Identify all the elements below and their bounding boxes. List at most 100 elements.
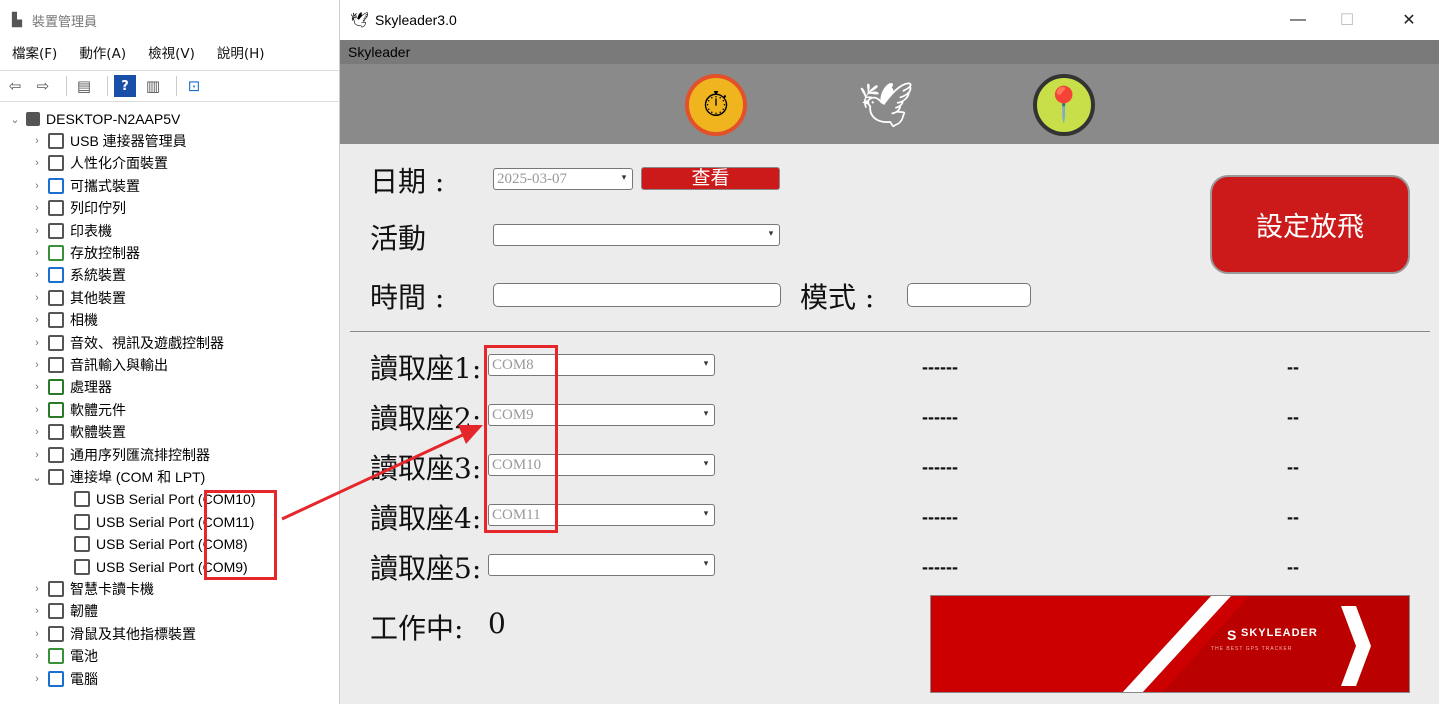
toolbar-divider	[176, 76, 177, 96]
reader-port-select[interactable]: ▾	[488, 554, 715, 576]
reader-status: ------	[922, 357, 958, 377]
dropdown-arrow-icon[interactable]: ▾	[618, 171, 630, 187]
dropdown-arrow-icon[interactable]: ▾	[700, 407, 712, 423]
tree-category-item[interactable]: › 音訊輸入與輸出	[28, 354, 168, 376]
menu-action[interactable]: 動作(A)	[67, 42, 136, 66]
hid-icon	[48, 155, 64, 172]
tree-category-item[interactable]: › 其他裝置	[28, 287, 126, 309]
tree-item-label: 滑鼠及其他指標裝置	[70, 625, 196, 642]
stopwatch-gear-icon[interactable]: ⏱	[685, 74, 747, 136]
usb-connector-icon	[48, 133, 64, 149]
tree-category-item[interactable]: › 印表機	[28, 220, 112, 242]
expand-chevron-icon[interactable]: ›	[28, 337, 46, 349]
tree-item-label: 相機	[70, 312, 98, 329]
tree-category-item[interactable]: › 智慧卡讀卡機	[28, 578, 154, 600]
set-release-button[interactable]: 設定放飛	[1210, 175, 1410, 274]
banner-brand-icon: S	[1227, 627, 1236, 643]
expand-chevron-icon[interactable]: ›	[28, 359, 46, 371]
tree-category-item[interactable]: › 電腦	[28, 668, 98, 690]
expand-chevron-icon[interactable]: ›	[28, 135, 46, 147]
mouse-icon	[48, 625, 64, 642]
expand-chevron-icon[interactable]: ›	[28, 650, 46, 662]
tree-category-item[interactable]: › 可攜式裝置	[28, 175, 140, 197]
expand-chevron-icon[interactable]: ›	[28, 673, 46, 685]
skyleader-banner: S SKYLEADER THE BEST GPS TRACKER	[930, 595, 1410, 693]
expand-chevron-icon[interactable]: ›	[28, 628, 46, 640]
expand-chevron-icon[interactable]: ›	[28, 180, 46, 192]
forward-arrow-icon[interactable]: ⇨	[32, 75, 54, 97]
tree-category-item[interactable]: › 軟體元件	[28, 399, 126, 421]
expand-chevron-icon[interactable]: ›	[28, 247, 46, 259]
date-picker[interactable]: 2025-03-07 ▾	[493, 168, 633, 190]
dropdown-arrow-icon[interactable]: ▾	[700, 557, 712, 573]
menu-file[interactable]: 檔案(F)	[0, 42, 67, 66]
pigeon-icon[interactable]: 🕊	[855, 74, 917, 136]
expand-chevron-icon[interactable]: ›	[28, 225, 46, 237]
expand-chevron-icon[interactable]: ›	[28, 157, 46, 169]
tree-item-label: 軟體元件	[70, 401, 126, 418]
tree-category-item[interactable]: › 存放控制器	[28, 242, 140, 264]
tree-category-item[interactable]: ⌄ 連接埠 (COM 和 LPT)	[28, 466, 205, 488]
help-icon[interactable]: ?	[114, 75, 136, 97]
expand-chevron-icon[interactable]: ›	[28, 381, 46, 393]
tree-category-item[interactable]: › 通用序列匯流排控制器	[28, 444, 210, 466]
expand-chevron-icon[interactable]: ›	[28, 605, 46, 617]
tree-category-item[interactable]: › 滑鼠及其他指標裝置	[28, 623, 196, 645]
tree-category-item[interactable]: › 處理器	[28, 376, 112, 398]
expand-chevron-icon[interactable]: ›	[28, 404, 46, 416]
com-ports-highlight	[204, 490, 277, 580]
minimize-button[interactable]: —	[1275, 0, 1321, 40]
tree-category-item[interactable]: › 音效、視訊及遊戲控制器	[28, 332, 224, 354]
tree-root[interactable]: ⌄ DESKTOP-N2AAP5V	[6, 108, 180, 130]
reader-label: 讀取座1:	[370, 352, 482, 385]
working-label: 工作中:	[370, 612, 464, 645]
tree-category-item[interactable]: › USB 連接器管理員	[28, 130, 187, 152]
expand-chevron-icon[interactable]: ›	[28, 583, 46, 595]
tree-category-item[interactable]: › 系統裝置	[28, 264, 126, 286]
expand-chevron-icon[interactable]: ›	[28, 426, 46, 438]
dropdown-arrow-icon[interactable]: ▾	[700, 507, 712, 523]
back-arrow-icon[interactable]: ⇦	[4, 75, 26, 97]
view-button[interactable]: 查看	[641, 167, 780, 190]
maximize-button[interactable]: ☐	[1324, 0, 1370, 40]
tree-item-label: 電腦	[70, 670, 98, 687]
dropdown-arrow-icon[interactable]: ▾	[700, 457, 712, 473]
expand-chevron-icon[interactable]: ›	[28, 202, 46, 214]
dropdown-arrow-icon[interactable]: ▾	[765, 227, 777, 243]
tree-category-item[interactable]: › 韌體	[28, 600, 98, 622]
scan-hardware-icon[interactable]: ⊡	[183, 75, 205, 97]
tree-category-item[interactable]: › 軟體裝置	[28, 421, 126, 443]
collapse-chevron-icon[interactable]: ⌄	[28, 471, 46, 484]
section-divider	[350, 331, 1430, 332]
time-input[interactable]	[493, 283, 781, 307]
dropdown-arrow-icon[interactable]: ▾	[700, 357, 712, 373]
activity-label: 活動	[370, 222, 427, 255]
smart-card-icon	[48, 581, 64, 597]
map-search-icon[interactable]: 📍	[1033, 74, 1095, 136]
menu-view[interactable]: 檢視(V)	[136, 42, 205, 66]
usb-controller-icon	[48, 446, 64, 463]
serial-port-icon	[74, 536, 90, 553]
close-button[interactable]: ✕	[1386, 0, 1432, 40]
expand-chevron-icon[interactable]: ›	[28, 269, 46, 281]
mode-input[interactable]	[907, 283, 1031, 307]
collapse-chevron-icon[interactable]: ⌄	[6, 113, 24, 126]
properties-icon[interactable]: ▤	[73, 75, 95, 97]
computer-root-icon	[26, 112, 40, 126]
update-view-icon[interactable]: ▥	[142, 75, 164, 97]
expand-chevron-icon[interactable]: ›	[28, 292, 46, 304]
tree-category-item[interactable]: › 相機	[28, 309, 98, 331]
expand-chevron-icon[interactable]: ›	[28, 314, 46, 326]
expand-chevron-icon[interactable]: ›	[28, 449, 46, 461]
reader-status: ------	[922, 407, 958, 427]
tree-item-label: USB 連接器管理員	[70, 133, 187, 149]
tree-category-item[interactable]: › 列印佇列	[28, 197, 126, 219]
time-label: 時間 :	[370, 281, 445, 314]
pigeon-logo-icon: 🕊	[350, 12, 370, 29]
activity-select[interactable]: ▾	[493, 224, 780, 246]
menu-help[interactable]: 說明(H)	[205, 42, 275, 66]
storage-controller-icon	[48, 245, 64, 261]
tree-item-label: 連接埠 (COM 和 LPT)	[70, 469, 206, 485]
tree-category-item[interactable]: › 電池	[28, 645, 98, 667]
tree-category-item[interactable]: › 人性化介面裝置	[28, 152, 168, 174]
